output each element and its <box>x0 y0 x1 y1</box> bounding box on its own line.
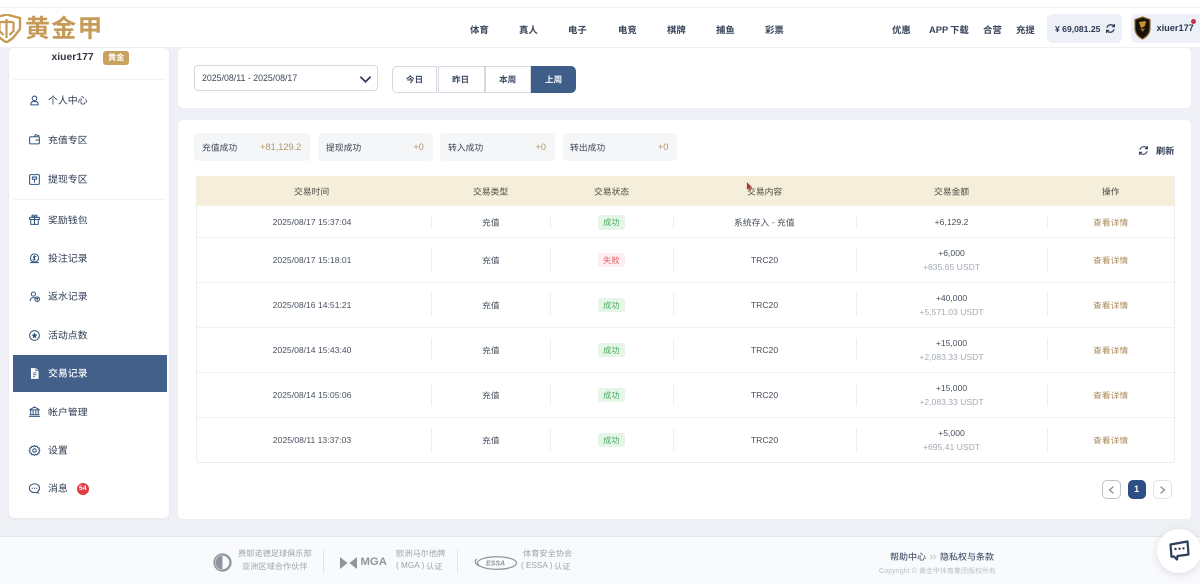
svg-text:ESSA: ESSA <box>486 560 505 567</box>
